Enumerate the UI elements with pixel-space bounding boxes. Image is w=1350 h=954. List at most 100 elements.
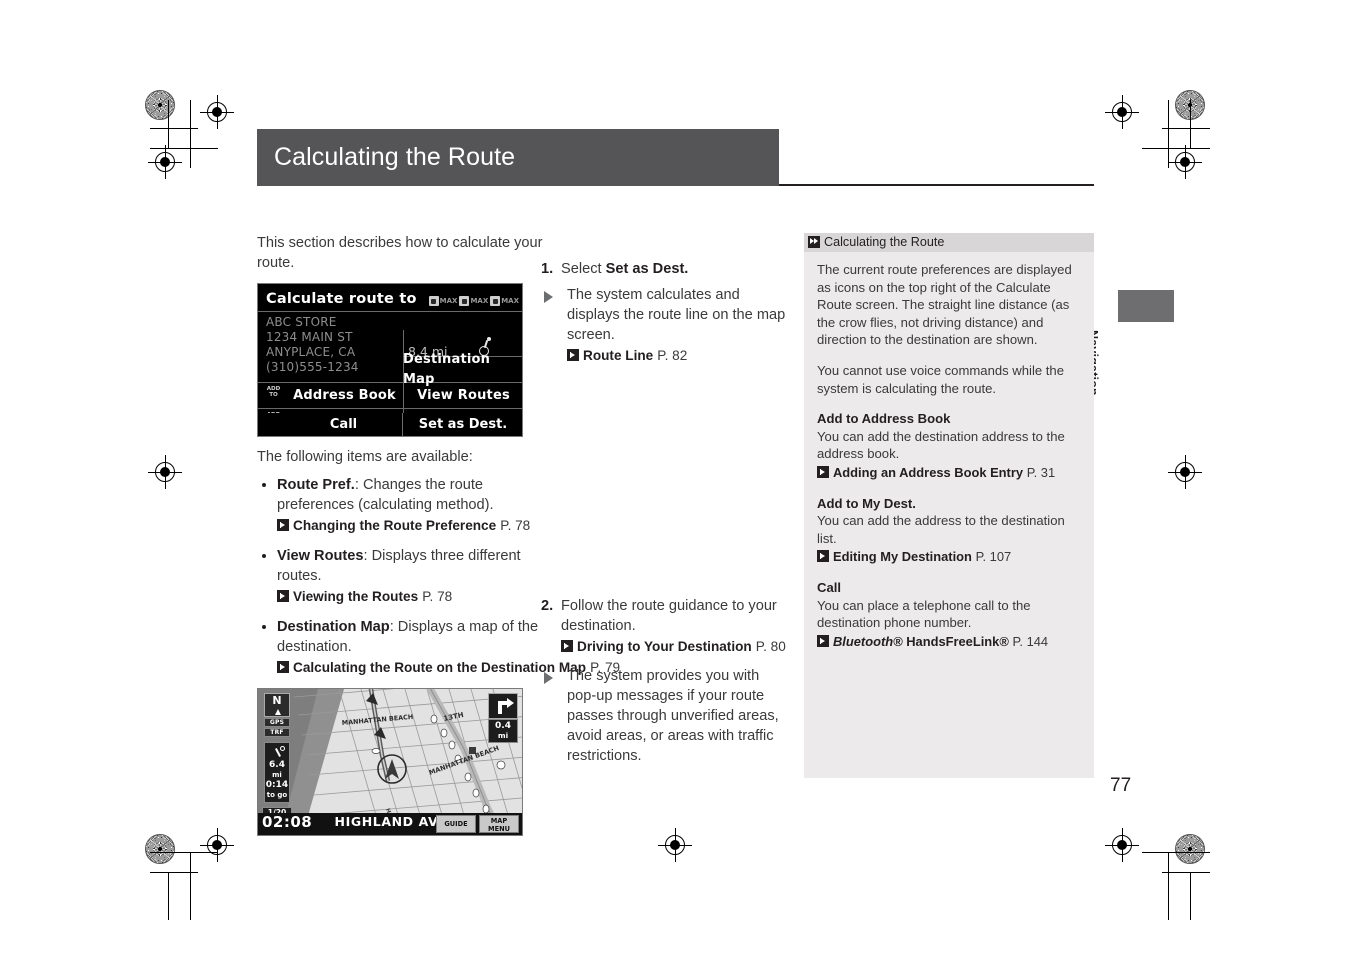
item-term: View Routes [277,548,364,564]
route-pref-icon-1: MAX [428,291,457,311]
route-pref-icon-3: MAX [490,291,519,311]
xref-title: Driving to Your Destination [577,639,752,654]
sidebar-block-my-dest: Add to My Dest. You can add the address … [817,495,1083,566]
nav-button-call[interactable]: Call [285,413,402,437]
sidebar-note-body: The current route preferences are displa… [804,252,1094,650]
step-2-number: 2. [541,598,554,614]
cross-reference[interactable]: Adding an Address Book Entry P. 31 [817,464,1083,482]
xref-page: P. 82 [657,348,688,363]
item-term: Destination Map [277,619,390,635]
sidebar-note-header-text: Calculating the Route [824,235,945,249]
traffic-status-tag: TRF [264,728,290,737]
cross-reference[interactable]: Driving to Your Destination P. 80 [561,637,791,657]
double-chevron-icon [808,235,820,248]
bullet-dot-icon [262,554,266,558]
xref-page: P. 80 [755,639,786,654]
xref-page: P. 31 [1026,464,1056,480]
reference-arrow-icon [561,640,573,652]
gps-status-tag: GPS [264,718,290,727]
direction-arrow-icon [265,746,289,760]
cross-reference[interactable]: Calculating the Route on the Destination… [277,658,620,678]
nav-button-destination-map[interactable]: Destination Map [403,352,522,387]
intro-paragraph: This section describes how to calculate … [257,235,543,271]
remaining-trip-info: 6.4 mi 0:14 to go [264,742,290,803]
list-item: Route Pref.: Changes the route preferenc… [257,475,547,536]
step-2-lead: Follow the route guidance to your destin… [561,598,777,634]
cross-reference[interactable]: Viewing the Routes P. 78 [277,587,547,607]
next-turn-distance: 0.4 mi [488,719,518,743]
step-2: 2. Follow the route guidance to your dest… [541,596,791,766]
sidebar-note-panel: Calculating the Route The current route … [804,233,1094,778]
add-to-label-address-book: ADD TO [266,386,281,398]
registration-cross-right-lower [1168,455,1202,489]
address-line-1: ABC STORE [266,315,337,329]
sidebar-block-text: You can place a telephone call to the de… [817,597,1031,631]
reference-arrow-icon [277,590,289,602]
map-hud-right: 0.4 mi [488,693,518,743]
cross-reference[interactable]: Bluetooth® HandsFreeLink® P. 144 [817,633,1083,651]
sidebar-block-heading: Add to My Dest. [817,495,916,511]
map-guide-button[interactable]: GUIDE [436,815,476,833]
address-line-3: ANYPLACE, CA [266,345,356,359]
sidebar-paragraph-2: You cannot use voice commands while the … [817,362,1064,396]
available-items-line: The following items are available: [257,449,473,465]
address-phone: (310)555-1234 [266,360,359,374]
bullet-dot-icon [262,625,266,629]
sidebar-note-header: Calculating the Route [804,233,1094,252]
crop-mark-top-left [150,100,260,210]
sidebar-block-call: Call You can place a telephone call to t… [817,579,1083,650]
nav-button-set-as-dest-2[interactable]: Set as Dest. [403,413,523,437]
sidebar-block-text: You can add the destination address to t… [817,428,1065,462]
cross-reference[interactable]: Changing the Route Preference P. 78 [277,516,547,536]
header-rule [779,184,1094,186]
list-item: Destination Map: Displays a map of the d… [257,617,620,678]
step-1: 1. Select Set as Dest. The system calcula… [541,259,791,366]
cross-reference[interactable]: Editing My Destination P. 107 [817,548,1083,566]
reference-arrow-icon [817,634,829,647]
registration-cross-left-lower [148,455,182,489]
xref-title: HandsFreeLink® [902,633,1009,649]
destination-address: ABC STORE 1234 MAIN ST ANYPLACE, CA (310… [266,315,359,375]
cross-reference[interactable]: Route Line P. 82 [567,346,791,366]
registration-cross-bottom-center [658,828,692,862]
step-2-subnote: The system provides you with pop-up mess… [541,666,791,766]
map-compass-icon[interactable]: N [264,693,290,717]
sidebar-paragraph-1: The current route preferences are displa… [817,262,1072,348]
list-item: View Routes: Displays three different ro… [257,546,547,607]
route-guidance-map-screenshot: MANHATTAN BEACH 13TH MANHATTAN BEACH 10T… [257,688,547,836]
page-header-bar: Calculating the Route [257,129,779,186]
page-number: 77 [1110,775,1132,796]
xref-page: P. 144 [1012,633,1049,649]
nav-bottom-row: Call Set as Dest. [257,413,523,437]
item-term: Route Pref. [277,477,355,493]
xref-title-italic: Bluetooth® [833,633,903,649]
xref-page: P. 78 [500,518,531,533]
map-hud-left: N GPS TRF 6.4 mi 0:14 to go 1/20 mi [262,693,292,829]
reference-arrow-icon [567,349,579,361]
xref-title: Route Line [583,348,654,363]
crop-mark-bottom-right [1090,810,1210,920]
reference-arrow-icon [277,519,289,531]
step-1-number: 1. [541,261,554,277]
step-2-heading: 2. Follow the route guidance to your dest… [541,596,791,657]
nav-button-view-routes[interactable]: View Routes [403,383,522,408]
nav-button-address-book[interactable]: Address Book [286,383,403,408]
address-line-2: 1234 MAIN ST [266,330,353,344]
nav-screen-header: Calculate route to MAX MAX MAX [258,284,522,312]
calculate-route-screenshot: Calculate route to MAX MAX MAX ABC STORE… [257,283,547,434]
xref-title: Changing the Route Preference [293,518,497,533]
reference-arrow-icon [817,465,829,478]
available-items-list: Route Pref.: Changes the route preferenc… [257,475,620,678]
triangle-bullet-icon [544,291,553,303]
xref-title: Adding an Address Book Entry [833,464,1024,480]
steps-column: 1. Select Set as Dest. The system calcula… [541,259,791,770]
xref-page: P. 107 [975,549,1012,565]
step-1-subnote: The system calculates and displays the r… [541,285,791,366]
map-menu-button[interactable]: MAP MENU [479,815,519,833]
step-1-lead: Select [561,261,606,277]
chapter-tab-marker [1118,290,1174,322]
xref-page: P. 78 [422,589,453,604]
step-2-subnote-text: The system provides you with pop-up mess… [567,668,779,764]
bullet-dot-icon [262,483,266,487]
step-1-heading: 1. Select Set as Dest. [541,259,791,279]
